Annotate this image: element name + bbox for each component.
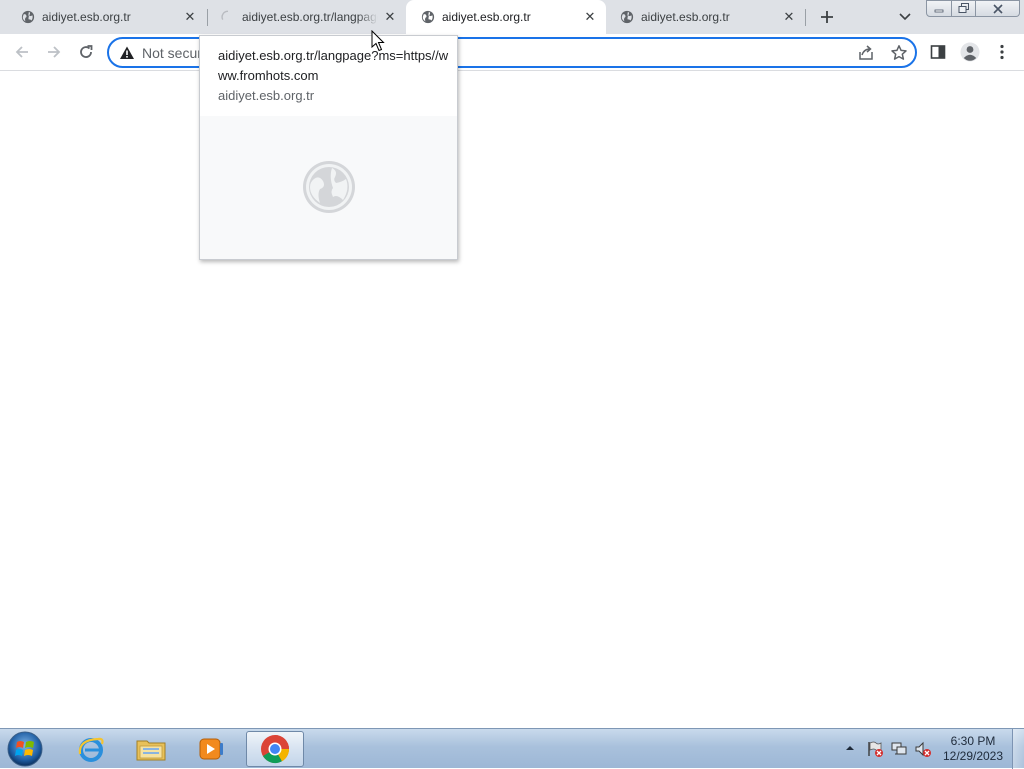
menu-button[interactable] — [990, 40, 1014, 64]
reload-button[interactable] — [74, 40, 98, 64]
kebab-menu-icon — [1000, 44, 1004, 60]
volume-muted-icon[interactable] — [914, 740, 932, 758]
side-panel-icon — [930, 45, 946, 59]
warning-triangle-icon[interactable] — [119, 45, 135, 61]
windows-taskbar: 6:30 PM 12/29/2023 — [0, 728, 1024, 769]
minimize-button[interactable] — [926, 0, 952, 17]
chevron-down-icon — [899, 13, 911, 21]
tab-strip: aidiyet.esb.org.tr ✕ aidiyet.esb.org.tr/… — [0, 0, 1024, 34]
hover-card-preview — [200, 116, 457, 259]
show-hidden-icons-icon[interactable] — [843, 741, 857, 755]
restore-icon — [958, 3, 969, 13]
arrow-left-icon — [15, 46, 28, 58]
chrome-icon — [261, 735, 290, 764]
globe-icon — [620, 10, 634, 24]
hover-card-text: aidiyet.esb.org.tr/langpage?ms=https//ww… — [218, 46, 450, 106]
side-panel-button[interactable] — [926, 40, 950, 64]
mouse-pointer-icon — [371, 30, 385, 52]
tab-3-active[interactable]: aidiyet.esb.org.tr ✕ — [406, 0, 606, 34]
hover-card-title: aidiyet.esb.org.tr/langpage?ms=https//ww… — [218, 48, 449, 83]
tab-1[interactable]: aidiyet.esb.org.tr ✕ — [6, 0, 206, 34]
globe-icon — [421, 10, 435, 24]
globe-icon — [21, 10, 35, 24]
tab-2-close-icon[interactable]: ✕ — [382, 9, 398, 25]
taskbar-windows-explorer[interactable] — [122, 731, 180, 767]
spinner-icon — [221, 10, 229, 20]
network-icon[interactable] — [890, 740, 908, 758]
new-tab-button[interactable] — [815, 6, 839, 28]
folder-icon — [136, 740, 166, 761]
hover-card-domain: aidiyet.esb.org.tr — [218, 88, 315, 103]
taskbar-media-player[interactable] — [182, 731, 240, 767]
tab-4-title: aidiyet.esb.org.tr — [641, 10, 730, 24]
reload-icon — [80, 45, 93, 58]
action-center-flag-icon[interactable] — [866, 740, 884, 758]
close-window-button[interactable] — [976, 0, 1020, 17]
tab-hover-card: aidiyet.esb.org.tr/langpage?ms=https//ww… — [199, 35, 458, 260]
minimize-icon — [934, 9, 944, 12]
taskbar-internet-explorer[interactable] — [62, 731, 120, 767]
avatar-icon — [960, 42, 980, 62]
tab-2-title: aidiyet.esb.org.tr/langpage — [242, 10, 378, 24]
clock-date: 12/29/2023 — [942, 749, 1004, 763]
taskbar-chrome[interactable] — [246, 731, 304, 767]
tab-3-close-icon[interactable]: ✕ — [582, 9, 598, 25]
globe-icon — [303, 161, 355, 213]
page-viewport — [0, 72, 1024, 728]
bookmark-star-icon[interactable] — [890, 44, 908, 62]
profile-button[interactable] — [958, 40, 982, 64]
close-icon — [992, 3, 1003, 14]
arrow-right-icon — [48, 46, 61, 58]
tab-2[interactable]: aidiyet.esb.org.tr/langpage ✕ — [206, 0, 406, 34]
back-button[interactable] — [10, 40, 34, 64]
tab-1-close-icon[interactable]: ✕ — [182, 9, 198, 25]
start-button-windows-icon[interactable] — [5, 730, 45, 768]
tab-4[interactable]: aidiyet.esb.org.tr ✕ — [605, 0, 805, 34]
forward-button[interactable] — [42, 40, 66, 64]
browser-toolbar: Not secure — [0, 34, 1024, 71]
tab-4-close-icon[interactable]: ✕ — [781, 9, 797, 25]
tab-1-title: aidiyet.esb.org.tr — [42, 10, 131, 24]
show-desktop-button[interactable] — [1012, 729, 1024, 769]
tab-search-button[interactable] — [895, 7, 915, 27]
plus-icon — [821, 11, 833, 23]
tab-separator — [805, 9, 806, 26]
system-clock[interactable]: 6:30 PM 12/29/2023 — [938, 734, 1008, 764]
media-player-icon — [199, 738, 223, 760]
window-controls — [926, 0, 1020, 18]
clock-time: 6:30 PM — [950, 734, 996, 748]
restore-button[interactable] — [952, 0, 976, 17]
ie-icon — [78, 737, 104, 762]
tab-3-title: aidiyet.esb.org.tr — [442, 10, 531, 24]
share-icon[interactable] — [857, 44, 875, 62]
